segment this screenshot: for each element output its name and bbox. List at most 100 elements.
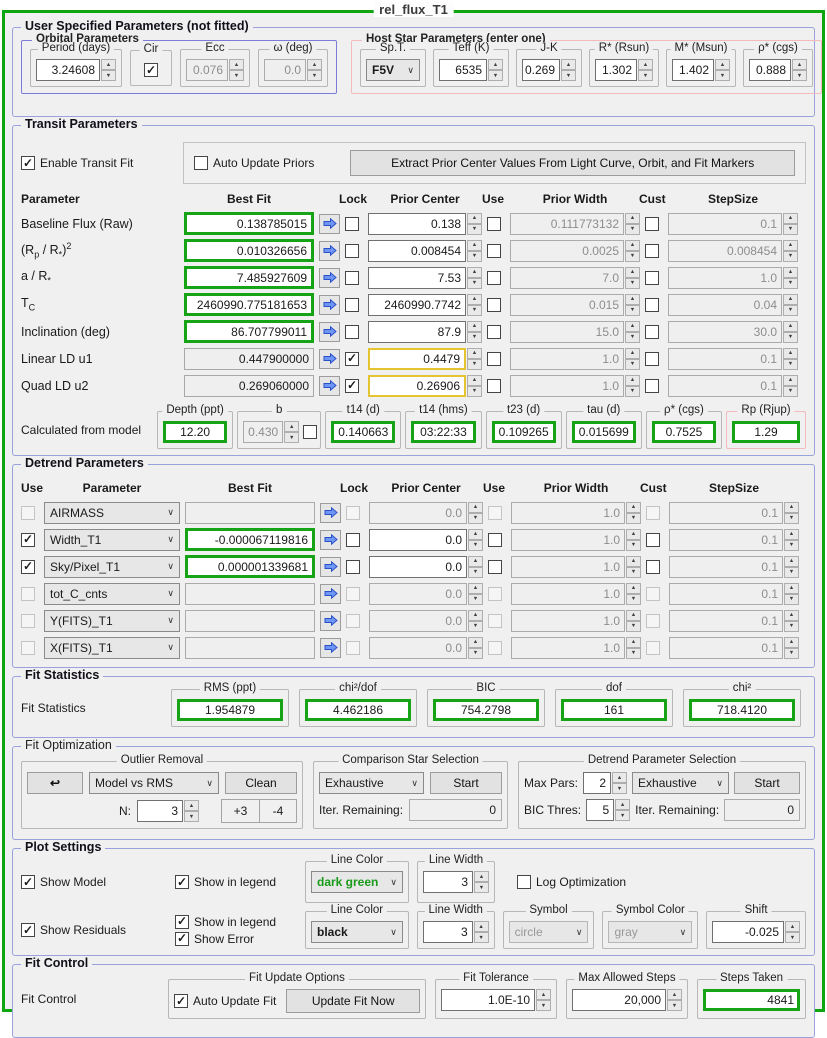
copy-best-fit-to-prior-button[interactable]	[320, 638, 341, 658]
model-line-width-spinner[interactable]: 3▲▼	[423, 871, 489, 893]
prior-width-spinner[interactable]: 1.0▲▼	[511, 529, 641, 551]
extract-prior-values-button[interactable]: Extract Prior Center Values From Light C…	[350, 150, 795, 176]
bic-thres-spinner[interactable]: 5▲▼	[586, 799, 630, 821]
lock-checkbox[interactable]	[345, 271, 359, 285]
step-size-spinner[interactable]: 0.04▲▼	[668, 294, 798, 316]
enable-transit-fit-checkbox[interactable]	[21, 156, 35, 170]
use-detrend-checkbox[interactable]	[21, 533, 35, 547]
prior-center-spinner[interactable]: 0.008454▲▼	[368, 240, 482, 262]
enable-transit-fit[interactable]: Enable Transit Fit	[21, 156, 169, 170]
detrend-parameter-dropdown[interactable]: tot_C_cnts∨	[44, 583, 180, 605]
prior-center-spinner[interactable]: 0.0▲▼	[369, 556, 483, 578]
spinner-buttons[interactable]: ▲▼	[467, 375, 482, 397]
use-prior-checkbox[interactable]	[487, 325, 501, 339]
mstar-spinner[interactable]: 1.402▲▼	[672, 59, 730, 81]
prior-width-spinner[interactable]: 1.0▲▼	[510, 348, 640, 370]
step-size-spinner[interactable]: 0.1▲▼	[669, 610, 799, 632]
spinner-buttons[interactable]: ▲▼	[467, 348, 482, 370]
spinner-buttons[interactable]: ▲▼	[468, 583, 483, 605]
use-prior-checkbox[interactable]	[487, 271, 501, 285]
prior-width-spinner[interactable]: 1.0▲▼	[511, 502, 641, 524]
comparison-start-button[interactable]: Start	[430, 772, 502, 794]
custom-step-checkbox[interactable]	[645, 271, 659, 285]
lock-checkbox[interactable]	[346, 560, 360, 574]
symbol-dropdown[interactable]: circle∨	[509, 921, 589, 943]
step-size-spinner[interactable]: 0.1▲▼	[669, 502, 799, 524]
detrend-parameter-dropdown[interactable]: X(FITS)_T1∨	[44, 637, 180, 659]
use-prior-checkbox[interactable]	[488, 560, 502, 574]
lock-checkbox[interactable]	[346, 641, 360, 655]
copy-best-fit-to-prior-button[interactable]	[319, 268, 340, 288]
custom-step-checkbox[interactable]	[646, 560, 660, 574]
residual-line-width-spinner[interactable]: 3▲▼	[423, 921, 489, 943]
spinner-buttons[interactable]: ▲▼	[467, 213, 482, 235]
fit-tolerance-spinner[interactable]: 1.0E-10▲▼	[441, 989, 551, 1011]
copy-best-fit-to-prior-button[interactable]	[319, 241, 340, 261]
detrend-start-button[interactable]: Start	[734, 772, 800, 794]
detrend-parameter-dropdown[interactable]: AIRMASS∨	[44, 502, 180, 524]
auto-update-fit-checkbox[interactable]	[174, 994, 188, 1008]
auto-update-fit[interactable]: Auto Update Fit	[174, 994, 276, 1008]
detrend-parameter-dropdown[interactable]: Sky/Pixel_T1∨	[44, 556, 180, 578]
prior-width-spinner[interactable]: 1.0▲▼	[511, 637, 641, 659]
copy-best-fit-to-prior-button[interactable]	[319, 214, 340, 234]
copy-best-fit-to-prior-button[interactable]	[319, 349, 340, 369]
detrend-parameter-dropdown[interactable]: Y(FITS)_T1∨	[44, 610, 180, 632]
use-prior-checkbox[interactable]	[487, 352, 501, 366]
show-error-checkbox[interactable]	[175, 932, 189, 946]
copy-best-fit-to-prior-button[interactable]	[320, 584, 341, 604]
detrend-mode-dropdown[interactable]: Exhaustive∨	[632, 772, 729, 794]
copy-best-fit-to-prior-button[interactable]	[320, 557, 341, 577]
jk-spinner[interactable]: 0.269▲▼	[522, 59, 576, 81]
lock-checkbox[interactable]	[345, 217, 359, 231]
shift-spinner[interactable]: -0.025▲▼	[712, 921, 800, 943]
show-model[interactable]: Show Model	[21, 875, 167, 889]
b-spinner[interactable]: 0.430▲▼	[243, 421, 299, 443]
prior-center-spinner[interactable]: 0.4479▲▼	[368, 348, 482, 370]
prior-width-spinner[interactable]: 1.0▲▼	[511, 610, 641, 632]
step-size-spinner[interactable]: 1.0▲▼	[668, 267, 798, 289]
residual-line-color-dropdown[interactable]: black∨	[311, 921, 403, 943]
use-prior-checkbox[interactable]	[488, 614, 502, 628]
spinner-buttons[interactable]: ▲▼	[467, 321, 482, 343]
custom-step-checkbox[interactable]	[645, 352, 659, 366]
model-line-color-dropdown[interactable]: dark green∨	[311, 871, 403, 893]
use-detrend-checkbox[interactable]	[21, 560, 35, 574]
show-in-legend-checkbox[interactable]	[175, 875, 189, 889]
spinner-buttons[interactable]: ▲▼	[468, 637, 483, 659]
prior-center-spinner[interactable]: 0.0▲▼	[369, 637, 483, 659]
use-prior-checkbox[interactable]	[488, 533, 502, 547]
use-detrend-checkbox[interactable]	[21, 641, 35, 655]
use-prior-checkbox[interactable]	[488, 506, 502, 520]
max-allowed-steps-spinner[interactable]: 20,000▲▼	[572, 989, 682, 1011]
step-size-spinner[interactable]: 30.0▲▼	[668, 321, 798, 343]
n-spinner[interactable]: 3▲▼	[137, 800, 199, 822]
prior-width-spinner[interactable]: 7.0▲▼	[510, 267, 640, 289]
circular-orbit-checkbox[interactable]	[144, 63, 158, 77]
spinner-buttons[interactable]: ▲▼	[468, 502, 483, 524]
undo-outlier-removal-button[interactable]: ↩	[27, 772, 83, 794]
use-prior-checkbox[interactable]	[487, 217, 501, 231]
prior-width-spinner[interactable]: 1.0▲▼	[510, 375, 640, 397]
prior-width-spinner[interactable]: 0.0025▲▼	[510, 240, 640, 262]
log-optimization[interactable]: Log Optimization	[517, 875, 626, 889]
clean-button[interactable]: Clean	[225, 772, 297, 794]
spinner-buttons[interactable]: ▲▼	[467, 267, 482, 289]
custom-step-checkbox[interactable]	[645, 379, 659, 393]
use-prior-checkbox[interactable]	[487, 379, 501, 393]
custom-step-checkbox[interactable]	[646, 533, 660, 547]
prior-center-spinner[interactable]: 2460990.7742▲▼	[368, 294, 482, 316]
comparison-mode-dropdown[interactable]: Exhaustive∨	[319, 772, 424, 794]
period-spinner[interactable]: 3.24608▲▼	[36, 59, 116, 81]
lock-checkbox[interactable]	[345, 244, 359, 258]
use-prior-checkbox[interactable]	[488, 587, 502, 601]
prior-center-spinner[interactable]: 0.26906▲▼	[368, 375, 482, 397]
copy-best-fit-to-prior-button[interactable]	[319, 322, 340, 342]
show-residuals-checkbox[interactable]	[21, 923, 35, 937]
show-residuals[interactable]: Show Residuals	[21, 923, 167, 937]
lock-checkbox[interactable]	[345, 325, 359, 339]
auto-update-priors[interactable]: Auto Update Priors	[194, 156, 314, 170]
step-size-spinner[interactable]: 0.1▲▼	[669, 637, 799, 659]
use-prior-checkbox[interactable]	[487, 298, 501, 312]
lock-checkbox[interactable]	[345, 379, 359, 393]
